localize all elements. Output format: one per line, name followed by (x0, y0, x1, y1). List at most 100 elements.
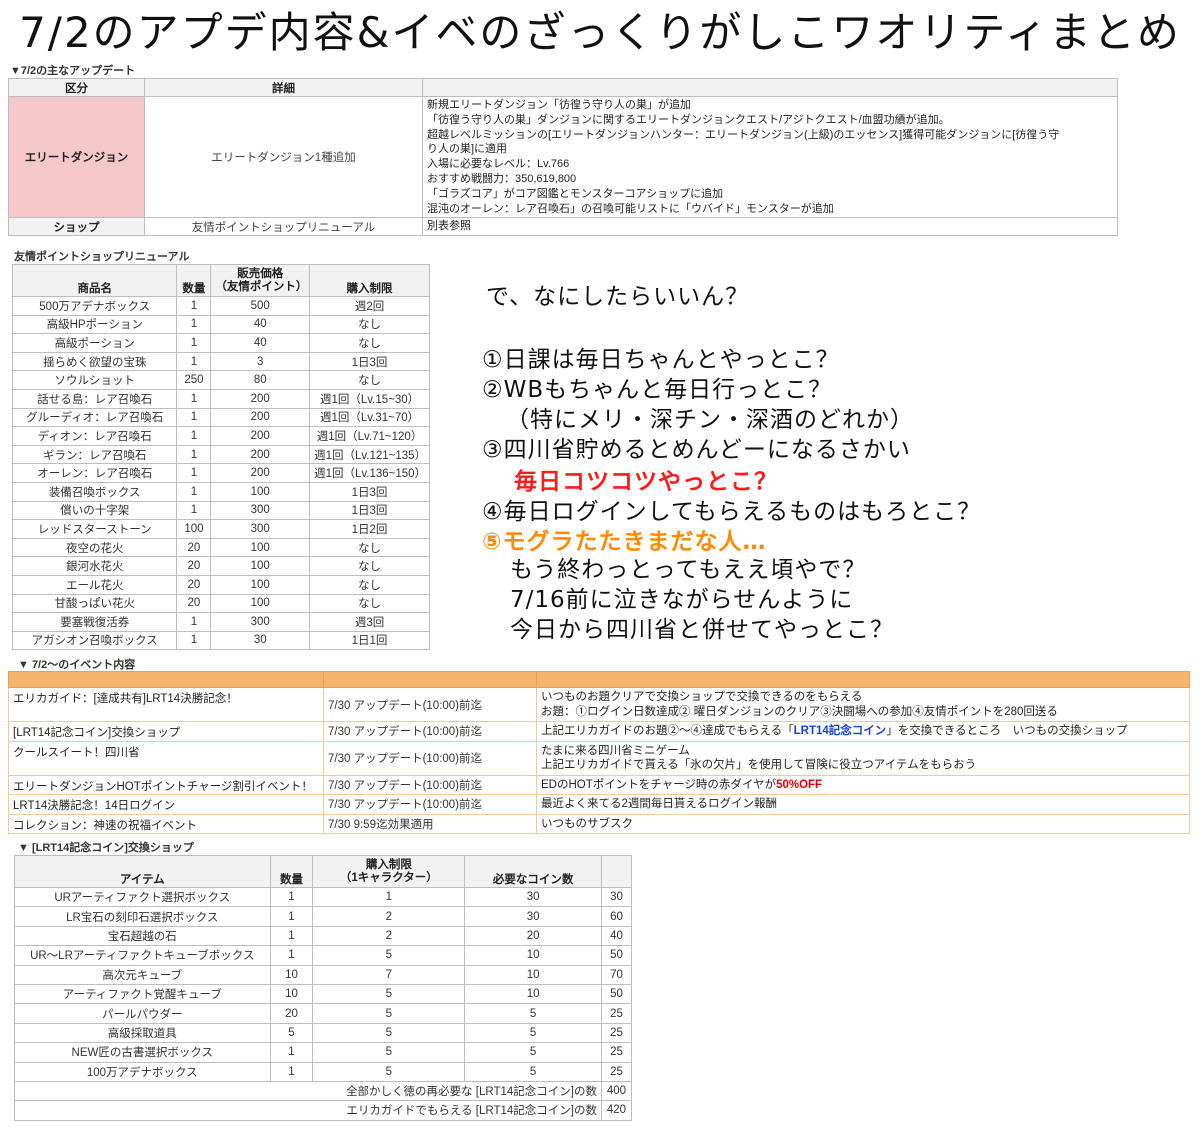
header-qty: 数量 (269, 855, 314, 888)
item-coins: 5 (464, 1061, 602, 1082)
item-limit: 2 (312, 906, 466, 927)
item-coins: 10 (464, 964, 602, 985)
header-price: 販売価格 （友情ポイント） (210, 264, 311, 297)
item-qty: 1 (176, 351, 212, 372)
item-name: アガシオン召喚ボックス (11, 630, 178, 651)
item-name: アーティファクト覚醒キューブ (14, 983, 271, 1005)
event-desc: 上記エリカガイドのお題②～④達成でもらえる「LRT14記念コイン」を交換できると… (536, 721, 1190, 742)
note-line-9: 7/16前に泣きながらせんように (510, 587, 854, 613)
item-limit: 週2回 (309, 296, 430, 316)
item-total: 60 (600, 906, 633, 927)
coin-shop-row: NEW匠の古書選択ボックス 1 5 5 25 (14, 1042, 633, 1063)
item-price: 3 (210, 351, 311, 372)
event-desc: いつものサブスク (536, 813, 1190, 834)
item-name: 償いの十字架 (11, 500, 178, 521)
item-price: 30 (210, 630, 311, 651)
item-coins: 30 (464, 906, 602, 927)
item-limit: 5 (312, 1022, 466, 1044)
item-qty: 1 (176, 500, 212, 521)
details-cell: 別表参照 (422, 217, 1118, 237)
item-name: 高級採取道具 (14, 1022, 271, 1044)
item-total: 25 (600, 1061, 633, 1082)
header-qty: 数量 (176, 264, 212, 297)
item-coins: 5 (464, 1042, 602, 1063)
footer-value: 400 (600, 1080, 633, 1102)
item-name: グルーディオ：レア召喚石 (11, 407, 178, 428)
note-line-4: ③四川省貯めるとめんどーになるさかい (482, 437, 911, 463)
note-line-1: ①日課は毎日ちゃんとやっとこ？ (482, 347, 840, 373)
header-item-name: 商品名 (11, 264, 178, 297)
friend-shop-row: エール花火 20 100 なし (11, 574, 430, 595)
item-name: 銀河水花火 (11, 556, 178, 576)
friend-shop-row: 銀河水花火 20 100 なし (11, 556, 430, 576)
item-coins: 20 (464, 925, 602, 947)
event-date: 7/30 アップデート(10:00)前迄 (323, 721, 537, 742)
item-limit: なし (309, 574, 430, 595)
detail-line: 「彷徨う守り人の巣」ダンジョンに関するエリートダンジョンクエスト/アジトクエスト… (427, 113, 950, 126)
detail-line: 入場に必要なレベル：Lv.766 (427, 158, 570, 171)
item-qty: 20 (176, 574, 212, 595)
event-name: エリカガイド：[達成共有]LRT14決勝記念！ (8, 687, 324, 722)
item-name: 高次元キューブ (14, 964, 271, 985)
detail-line: おすすめ戦闘力：350,619,800 (427, 172, 577, 185)
coin-shop-label: ▼ [LRT14記念コイン]交換ショップ (18, 842, 194, 854)
item-limit: 週1回（Lv.121~135） (309, 444, 430, 465)
coin-shop-row: アーティファクト覚醒キューブ 10 5 10 50 (14, 983, 633, 1005)
coin-shop-row: 宝石超越の石 1 2 20 40 (14, 925, 633, 947)
item-name: 宝石超越の石 (14, 925, 271, 947)
coin-shop-row: UR～LRアーティファクトキューブボックス 1 5 10 50 (14, 945, 633, 966)
event-row: エリートダンジョンHOTポイントチャージ割引イベント！ 7/30 アップデート(… (8, 774, 1190, 795)
item-qty: 250 (176, 370, 212, 390)
item-qty: 10 (269, 983, 314, 1005)
friend-shop-row: オーレン：レア召喚石 1 200 週1回（Lv.136~150） (11, 463, 430, 483)
note-question: で、なにしたらいいん？ (486, 284, 750, 310)
item-total: 50 (600, 983, 633, 1005)
note-line-5: 毎日コツコツやっとこ？ (514, 469, 778, 495)
item-qty: 1 (176, 407, 212, 428)
item-price: 300 (210, 612, 311, 632)
item-name: 要塞戦復活券 (11, 612, 178, 632)
item-name: 話せる島：レア召喚石 (11, 388, 178, 409)
item-price: 40 (210, 333, 311, 353)
detail-line: り人の巣]に適用 (427, 143, 508, 156)
event-name: [LRT14記念コイン]交換ショップ (8, 721, 324, 742)
item-limit: 5 (312, 1042, 466, 1063)
item-coins: 5 (464, 1003, 602, 1024)
friend-shop-row: ギラン：レア召喚石 1 200 週1回（Lv.121~135） (11, 444, 430, 465)
event-name: コレクション：神速の祝福イベント (8, 813, 324, 834)
item-qty: 1 (176, 314, 212, 335)
friend-header-row: 商品名 数量 販売価格 （友情ポイント） 購入制限 (11, 264, 430, 297)
header-limit: 購入制限 (309, 264, 430, 297)
header-total (600, 855, 633, 888)
item-name: URアーティファクト選択ボックス (14, 886, 271, 908)
event-desc: いつものお題クリアで交換ショップで交換できるのをもらえる お題：①ログイン日数達… (536, 687, 1190, 722)
item-name: 夜空の花火 (11, 537, 178, 558)
item-name: LR宝石の刻印石選択ボックス (14, 906, 271, 927)
item-limit: 週1回（Lv.15~30） (309, 388, 430, 409)
item-limit: 1日3回 (309, 500, 430, 521)
friend-shop-row: 高級HPポーション 1 40 なし (11, 314, 430, 335)
item-qty: 1 (269, 1042, 314, 1063)
item-name: ディオン：レア召喚石 (11, 426, 178, 446)
coin-footer-total-obtainable: エリカガイドでもらえる [LRT14記念コイン]の数 420 (14, 1100, 633, 1121)
item-limit: なし (309, 333, 430, 353)
item-qty: 5 (269, 1022, 314, 1044)
note-line-10: 今日から四川省と併せてやっとこ？ (510, 617, 894, 643)
item-qty: 1 (176, 630, 212, 651)
item-price: 300 (210, 519, 311, 539)
friend-shop-table: 商品名 数量 販売価格 （友情ポイント） 購入制限 500万アデナボックス 1 50… (11, 264, 430, 651)
item-name: レッドスターストーン (11, 519, 178, 539)
update-table: 区分 詳細 エリートダンジョン エリートダンジョン1種追加 新規エリートダンジョ… (8, 78, 1118, 237)
coin-shop-row: 高次元キューブ 10 7 10 70 (14, 964, 633, 985)
events-table: エリカガイド：[達成共有]LRT14決勝記念！ 7/30 アップデート(10:0… (8, 671, 1190, 834)
friend-shop-row: 償いの十字架 1 300 1日3回 (11, 500, 430, 521)
friend-shop-row: 500万アデナボックス 1 500 週2回 (11, 296, 430, 316)
item-limit: 週3回 (309, 612, 430, 632)
item-limit: 1日1回 (309, 630, 430, 651)
item-qty: 20 (269, 1003, 314, 1024)
event-date: 7/30 アップデート(10:00)前迄 (323, 687, 537, 722)
item-price: 100 (210, 593, 311, 614)
event-date: 7/30 アップデート(10:00)前迄 (323, 740, 537, 776)
event-row: [LRT14記念コイン]交換ショップ 7/30 アップデート(10:00)前迄 … (8, 721, 1190, 742)
event-desc-line: いつものお題クリアで交換ショップで交換できるのをもらえる (541, 691, 863, 703)
